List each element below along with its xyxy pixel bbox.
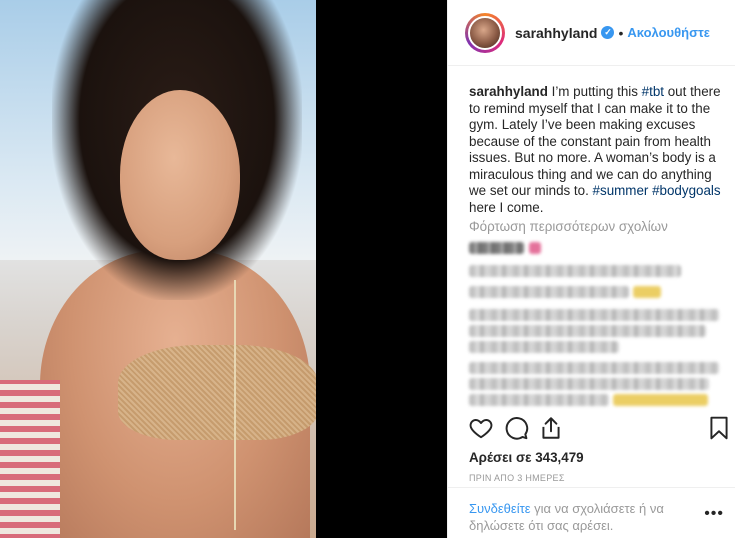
hashtag-bodygoals[interactable]: #bodygoals xyxy=(652,183,721,198)
avatar[interactable] xyxy=(465,12,505,53)
like-heart-icon[interactable] xyxy=(468,415,494,441)
post-caption: sarahhyland I’m putting this #tbt out th… xyxy=(469,84,721,216)
comment-footer: Συνδεθείτε για να σχολιάσετε ή να δηλώσε… xyxy=(448,487,735,538)
avatar-image xyxy=(468,15,502,50)
more-options-icon[interactable]: ••• xyxy=(704,506,724,522)
verified-badge-icon: ✓ xyxy=(601,26,615,39)
photo-body-chain xyxy=(234,280,236,530)
blurred-comment xyxy=(469,325,706,337)
photo-face xyxy=(120,90,240,260)
blurred-emoji xyxy=(633,286,661,298)
blurred-comment xyxy=(469,362,719,374)
post-photo[interactable] xyxy=(0,0,316,538)
share-arrow-icon[interactable] xyxy=(538,415,564,441)
blurred-comment xyxy=(469,286,629,298)
blurred-emoji xyxy=(613,394,708,406)
comment-bubble-icon[interactable] xyxy=(503,415,529,441)
blurred-comment xyxy=(469,242,524,254)
caption-username[interactable]: sarahhyland xyxy=(469,84,548,99)
blurred-comment xyxy=(469,341,619,353)
login-prompt: Συνδεθείτε για να σχολιάσετε ή να δηλώσε… xyxy=(469,500,694,534)
post-header: sarahhyland ✓ • Ακολουθήστε xyxy=(448,0,735,66)
caption-text-3: here I come. xyxy=(469,199,544,215)
bookmark-icon[interactable] xyxy=(706,415,732,441)
hashtag-tbt[interactable]: #tbt xyxy=(642,84,664,99)
photo-towel xyxy=(0,380,60,538)
photo-bikini-top xyxy=(118,345,316,440)
header-username[interactable]: sarahhyland xyxy=(515,25,597,41)
blurred-comment xyxy=(469,265,681,277)
hashtag-summer[interactable]: #summer xyxy=(593,183,649,198)
caption-text-1: I’m putting this xyxy=(547,84,642,99)
likes-count[interactable]: Αρέσει σε 343,479 xyxy=(469,450,584,465)
blurred-emoji xyxy=(529,242,541,254)
post-actions xyxy=(448,415,735,445)
login-link[interactable]: Συνδεθείτε xyxy=(469,501,531,516)
load-more-comments-link[interactable]: Φόρτωση περισσότερων σχολίων xyxy=(469,219,668,234)
blurred-comment xyxy=(469,394,609,406)
header-separator: • xyxy=(618,24,624,41)
post-timestamp[interactable]: ΠΡΙΝ ΑΠΟ 3 ΗΜΕΡΕΣ xyxy=(469,473,565,483)
post-side-panel: sarahhyland ✓ • Ακολουθήστε sarahhyland … xyxy=(447,0,735,538)
blurred-comment xyxy=(469,309,719,321)
caption-text-2: out there to remind myself that I can ma… xyxy=(469,84,721,198)
blurred-comment xyxy=(469,378,709,390)
follow-button[interactable]: Ακολουθήστε xyxy=(627,25,710,40)
